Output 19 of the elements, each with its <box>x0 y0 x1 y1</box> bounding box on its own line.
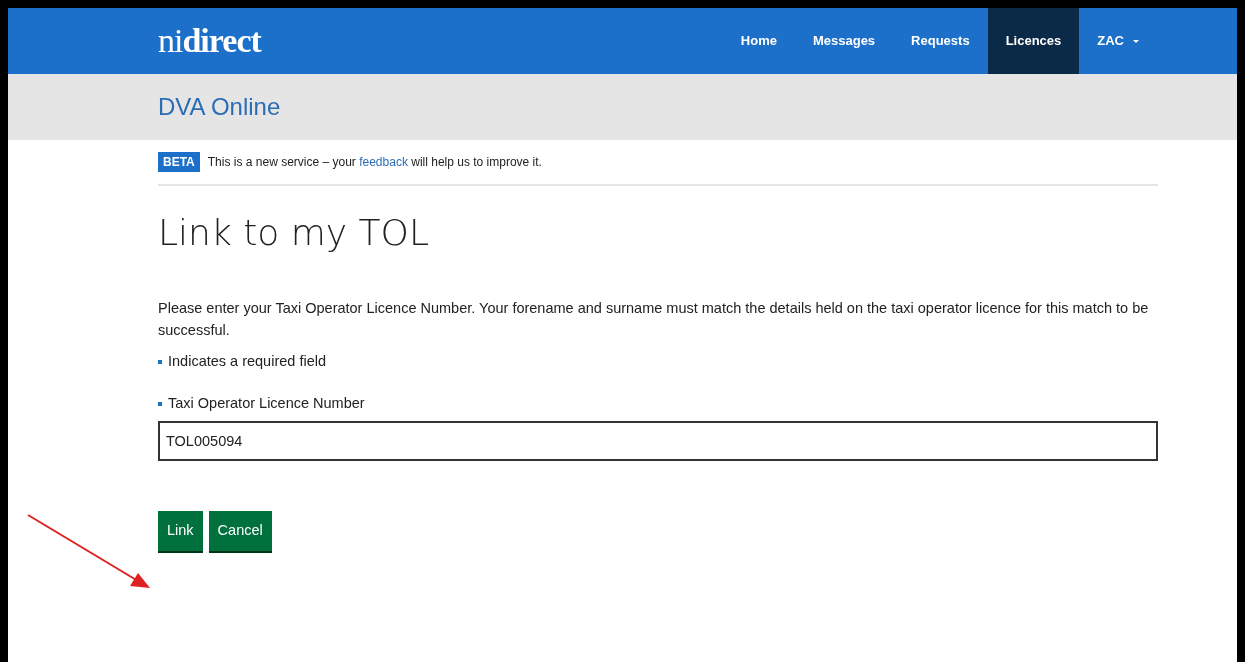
nidirect-logo[interactable]: nidirect <box>158 24 261 58</box>
field-label: Taxi Operator Licence Number <box>168 393 365 413</box>
nav-link[interactable]: Home <box>722 8 795 74</box>
feedback-link[interactable]: feedback <box>359 155 408 169</box>
nav-link[interactable]: Licences <box>987 8 1080 74</box>
beta-notice: This is a new service – your feedback will help us to improve it. <box>207 154 542 171</box>
nav-link[interactable]: Requests <box>893 8 988 74</box>
beta-tag: BETA <box>158 152 200 172</box>
required-note: Indicates a required field <box>168 352 326 371</box>
user-menu[interactable]: ZAC <box>1079 8 1158 74</box>
caret-icon <box>1132 38 1140 44</box>
action-button[interactable]: Link <box>158 510 203 551</box>
action-button[interactable]: Cancel <box>208 510 272 551</box>
intro-paragraph: Please enter your Taxi Operator Licence Number. Your forename and surname must match the details held on the taxi operator licence for this match to be successful. <box>158 299 1150 340</box>
service-name[interactable]: DVA Online <box>158 89 281 125</box>
page-heading: Link to my TOL <box>158 211 430 255</box>
nav-link[interactable]: Messages <box>794 8 894 74</box>
licence-number-field[interactable]: TOL005094 <box>158 420 1158 461</box>
required-marker-icon <box>158 359 162 364</box>
